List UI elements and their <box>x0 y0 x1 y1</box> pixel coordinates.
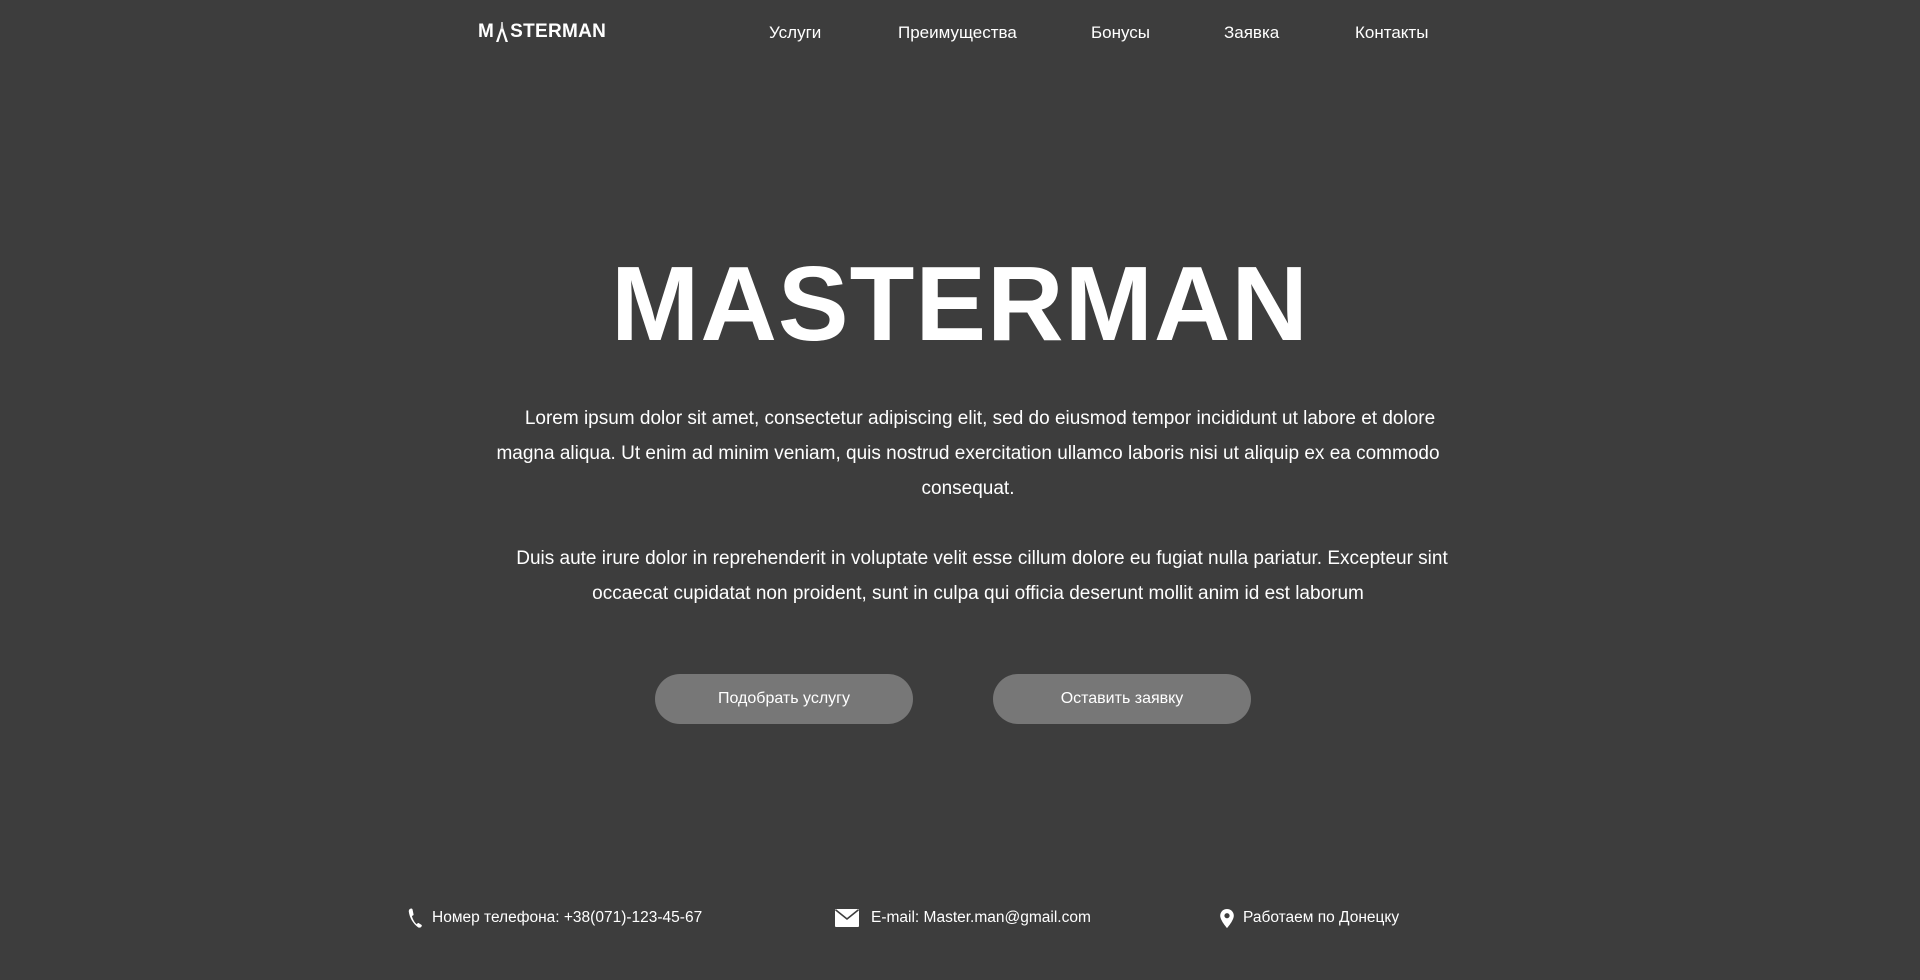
nav-item-request[interactable]: Заявка <box>1224 22 1279 44</box>
leave-request-button[interactable]: Оставить заявку <box>993 674 1251 724</box>
envelope-icon <box>835 909 859 927</box>
contact-email[interactable]: E-mail: Master.man@gmail.com <box>835 907 1091 929</box>
contact-phone[interactable]: Номер телефона: +38(071)-123-45-67 <box>408 907 702 929</box>
hero-title: MASTERMAN <box>611 245 1309 363</box>
contact-location[interactable]: Работаем по Донецку <box>1220 907 1399 929</box>
nav-item-contacts[interactable]: Контакты <box>1355 22 1428 44</box>
pick-service-button[interactable]: Подобрать услугу <box>655 674 913 724</box>
email-text: E-mail: Master.man@gmail.com <box>871 909 1091 926</box>
map-pin-icon <box>1220 908 1234 928</box>
nav-item-advantages[interactable]: Преимущества <box>898 22 1017 44</box>
nav-item-services[interactable]: Услуги <box>769 22 821 44</box>
landing-page: M STERMAN Услуги Преимущества Бонусы Зая… <box>0 0 1920 980</box>
phone-text: Номер телефона: +38(071)-123-45-67 <box>432 909 703 926</box>
site-header: M STERMAN Услуги Преимущества Бонусы Зая… <box>0 0 1920 66</box>
hero-paragraph-1: Lorem ipsum dolor sit amet, consectetur … <box>496 408 1440 499</box>
phone-icon <box>408 908 422 928</box>
location-text: Работаем по Донецку <box>1243 909 1400 926</box>
hero-paragraph-2: Duis aute irure dolor in reprehenderit i… <box>516 548 1448 604</box>
main-nav: Услуги Преимущества Бонусы Заявка Контак… <box>0 22 1920 46</box>
nav-item-bonuses[interactable]: Бонусы <box>1091 22 1150 44</box>
